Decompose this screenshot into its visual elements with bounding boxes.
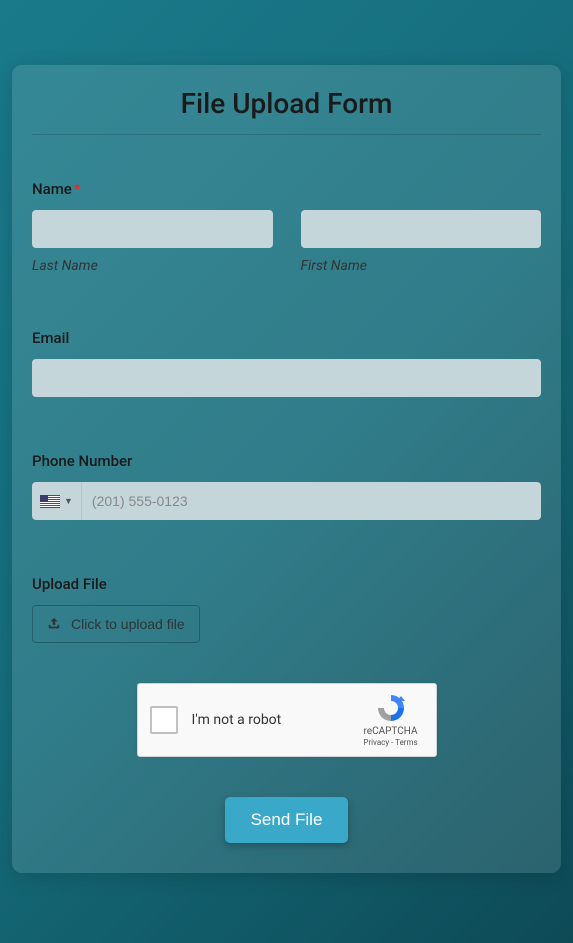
country-select[interactable]: ▼ [32, 482, 82, 520]
form-card: File Upload Form Name* Last Name First N… [12, 65, 561, 873]
name-field-group: Name* Last Name First Name [32, 180, 541, 274]
upload-field-group: Upload File Click to upload file [32, 575, 541, 643]
recaptcha-icon [375, 692, 407, 724]
submit-button[interactable]: Send File [225, 797, 349, 843]
phone-input[interactable] [82, 482, 541, 520]
recaptcha-label: I'm not a robot [192, 712, 282, 728]
upload-icon [47, 617, 61, 631]
recaptcha-box: I'm not a robot reCAPTCHA Privacy - Term… [137, 683, 437, 757]
first-name-input[interactable] [301, 210, 542, 248]
last-name-col: Last Name [32, 210, 273, 274]
name-row: Last Name First Name [32, 210, 541, 274]
recaptcha-brand: reCAPTCHA [358, 726, 424, 737]
phone-wrapper: ▼ [32, 482, 541, 520]
email-field-group: Email [32, 329, 541, 397]
us-flag-icon [40, 495, 60, 508]
name-label-text: Name [32, 180, 72, 198]
recaptcha-checkbox[interactable] [150, 706, 178, 734]
upload-button-label: Click to upload file [71, 616, 185, 632]
last-name-input[interactable] [32, 210, 273, 248]
email-label: Email [32, 329, 541, 347]
recaptcha-links[interactable]: Privacy - Terms [358, 738, 424, 747]
name-label: Name* [32, 180, 541, 198]
recaptcha-branding: reCAPTCHA Privacy - Terms [358, 692, 424, 747]
first-name-col: First Name [301, 210, 542, 274]
upload-button[interactable]: Click to upload file [32, 605, 200, 643]
email-input[interactable] [32, 359, 541, 397]
last-name-sublabel: Last Name [32, 258, 273, 274]
required-star: * [74, 180, 81, 198]
phone-field-group: Phone Number ▼ [32, 452, 541, 520]
first-name-sublabel: First Name [301, 258, 542, 274]
chevron-down-icon: ▼ [64, 496, 73, 507]
upload-label: Upload File [32, 575, 541, 593]
phone-label: Phone Number [32, 452, 541, 470]
page-title: File Upload Form [32, 87, 541, 135]
